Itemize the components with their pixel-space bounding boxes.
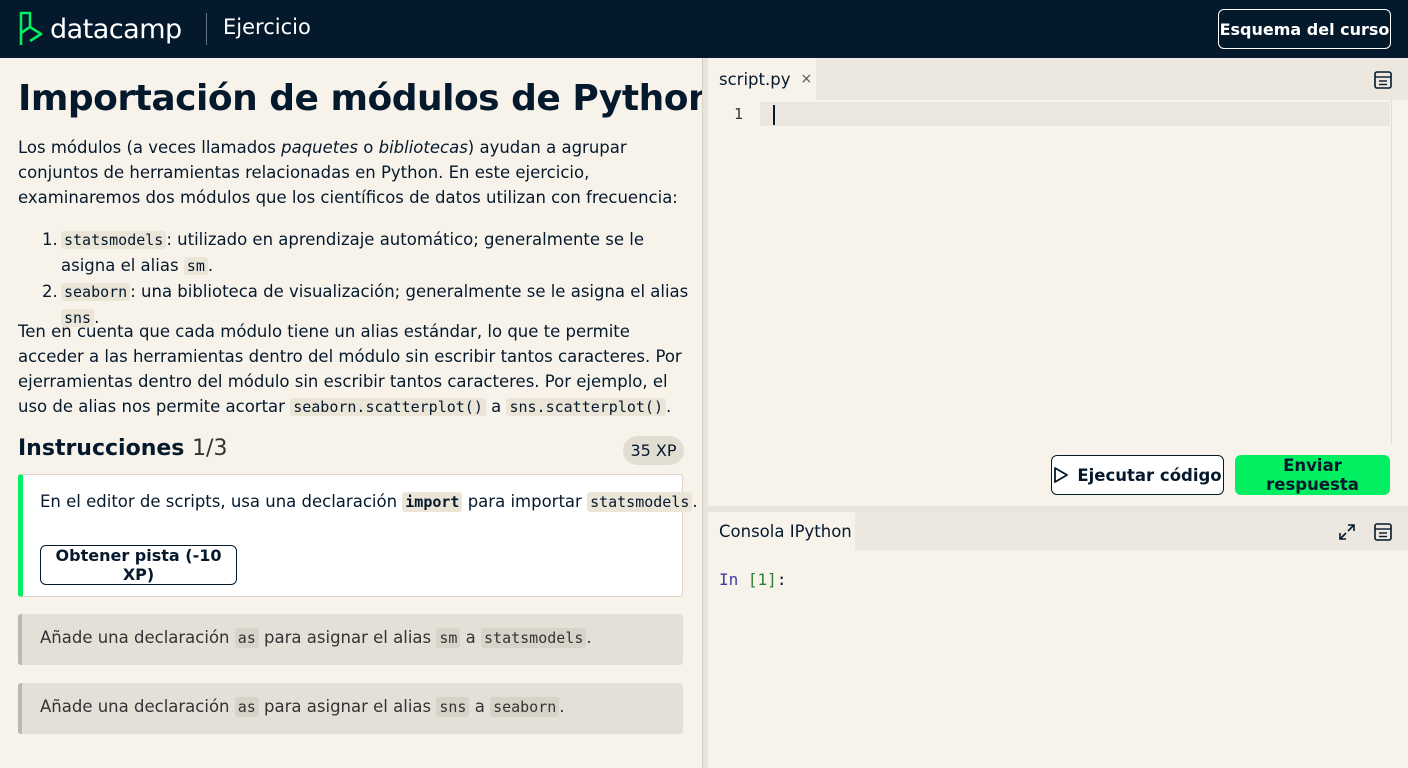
run-code-label: Ejecutar código	[1077, 465, 1222, 485]
task-text-part: a	[460, 628, 482, 647]
tab-label: Consola IPython	[719, 521, 852, 541]
page-section-title: Ejercicio	[223, 15, 311, 39]
code-snippet: seaborn.scatterplot()	[290, 398, 486, 416]
task-text-part: a	[469, 697, 491, 716]
run-code-button[interactable]: Ejecutar código	[1051, 455, 1224, 495]
sheet-icon[interactable]	[1372, 69, 1394, 91]
module-alias: sm	[183, 257, 208, 275]
task-text-part: para asignar el alias	[258, 697, 437, 716]
editor-scrollbar[interactable]	[1391, 100, 1392, 444]
code-snippet: sns.scatterplot()	[506, 398, 666, 416]
top-navigation-bar: datacamp Ejercicio Esquema del curso	[0, 0, 1408, 58]
play-icon	[1054, 467, 1069, 483]
module-name: seaborn	[61, 283, 131, 301]
module-list: 1. statsmodels: utilizado en aprendizaje …	[42, 227, 692, 331]
datacamp-logo[interactable]: datacamp	[18, 10, 182, 48]
prompt-colon: :	[776, 570, 787, 589]
editor-tab-bar: script.py ×	[708, 58, 1408, 100]
instructions-heading: Instrucciones 1/3	[18, 436, 227, 461]
prompt-in: In	[719, 570, 748, 589]
code-snippet: seaborn	[490, 697, 560, 717]
task-card-locked: Añade una declaración as para asignar el…	[18, 614, 683, 665]
task-text-part: para importar	[462, 492, 588, 511]
list-number: 2.	[42, 282, 58, 301]
task-text-part: En el editor de scripts, usa una declara…	[40, 492, 403, 511]
brand-name: datacamp	[50, 13, 182, 45]
intro-emphasis: paquetes	[281, 138, 358, 157]
task-text: Añade una declaración as para asignar el…	[40, 628, 592, 648]
task-text-part: .	[586, 628, 592, 647]
code-snippet: statsmodels	[587, 492, 693, 512]
sheet-icon[interactable]	[1372, 521, 1394, 543]
list-item: 1. statsmodels: utilizado en aprendizaje …	[42, 227, 692, 279]
task-text: En el editor de scripts, usa una declara…	[40, 492, 698, 512]
close-icon[interactable]: ×	[800, 71, 812, 87]
task-text-part: .	[692, 492, 698, 511]
code-keyword: import	[402, 492, 463, 512]
code-snippet: statsmodels	[481, 628, 587, 648]
task-text-part: Añade una declaración	[40, 697, 235, 716]
intro-emphasis: bibliotecas	[378, 138, 468, 157]
task-text-part: para asignar el alias	[258, 628, 437, 647]
instructions-step: 1/3	[192, 436, 228, 461]
code-keyword: as	[234, 628, 259, 648]
code-input-area[interactable]: 1	[708, 100, 1408, 444]
note-text: .	[666, 397, 672, 416]
task-card-locked: Añade una declaración as para asignar el…	[18, 683, 683, 734]
prompt-number: [1]	[747, 570, 777, 589]
code-snippet: sns	[436, 697, 470, 717]
list-text: .	[207, 256, 214, 275]
console-tab-bar: Consola IPython	[708, 512, 1408, 550]
note-text: a	[485, 397, 507, 416]
code-keyword: as	[234, 697, 259, 717]
code-snippet: sm	[436, 628, 461, 648]
exercise-panel: Importación de módulos de Python Los mód…	[0, 58, 702, 768]
tab-label: script.py	[719, 69, 791, 89]
console-prompt[interactable]: In [1]:	[719, 570, 786, 589]
text-cursor	[773, 105, 775, 125]
exercise-intro: Los módulos (a veces llamados paquetes o…	[18, 135, 684, 210]
ipython-console: Consola IPython In [1]:	[708, 512, 1408, 768]
exercise-note: Ten en cuenta que cada módulo tiene un a…	[18, 319, 684, 420]
intro-text: o	[358, 138, 379, 157]
tab-script-py[interactable]: script.py ×	[708, 58, 816, 100]
course-outline-button[interactable]: Esquema del curso	[1218, 9, 1391, 49]
submit-answer-button[interactable]: Enviar respuesta	[1235, 455, 1390, 495]
task-card-active: En el editor de scripts, usa una declara…	[18, 474, 698, 597]
expand-icon[interactable]	[1336, 521, 1358, 543]
task-text-part: Añade una declaración	[40, 628, 235, 647]
intro-text: Los módulos (a veces llamados	[18, 138, 282, 157]
header-divider	[206, 13, 207, 45]
instructions-label: Instrucciones	[18, 436, 185, 461]
datacamp-logo-icon	[19, 11, 43, 45]
editor-actions: Ejecutar código Enviar respuesta	[708, 444, 1408, 506]
list-number: 1.	[42, 230, 58, 249]
xp-badge: 35 XP	[623, 436, 684, 465]
exercise-title: Importación de módulos de Python	[18, 78, 702, 119]
module-name: statsmodels	[61, 231, 167, 249]
task-text: Añade una declaración as para asignar el…	[40, 697, 565, 717]
get-hint-button[interactable]: Obtener pista (-10 XP)	[40, 545, 237, 585]
line-number: 1	[734, 105, 744, 123]
list-text: : una biblioteca de visualización; gener…	[130, 282, 689, 301]
tab-ipython-console[interactable]: Consola IPython	[708, 512, 855, 550]
task-text-part: .	[559, 697, 565, 716]
script-editor: script.py × 1	[708, 58, 1408, 444]
current-line-highlight	[760, 102, 1390, 126]
